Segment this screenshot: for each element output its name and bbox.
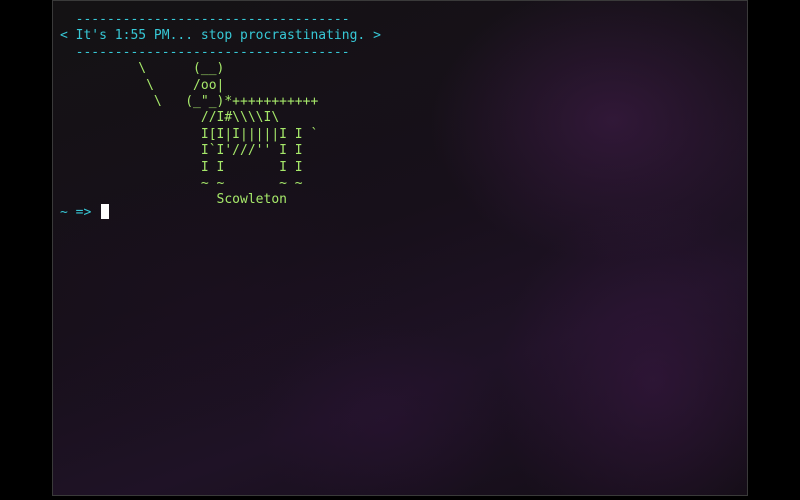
banner-top-rule: ----------------------------------- — [60, 12, 350, 27]
ascii-art-line: I[I|I|||||I I ` — [60, 126, 319, 142]
ascii-art-line: \ (_"_)*+++++++++++ — [60, 94, 319, 110]
ascii-art-line: //I#\\\\I\ — [60, 110, 280, 126]
ascii-art-line: \ (__) — [60, 61, 225, 77]
terminal-window[interactable]: ----------------------------------- < It… — [52, 0, 748, 496]
command-prompt[interactable]: ~ => — [60, 204, 110, 221]
ascii-art-line: I`I'///'' I I — [60, 143, 303, 159]
ascii-art-line: ~ ~ ~ ~ — [60, 176, 303, 192]
banner-bottom-rule: ----------------------------------- — [60, 44, 350, 60]
terminal-output: ----------------------------------- < It… — [60, 12, 381, 209]
prompt-symbol: ~ => — [60, 205, 92, 220]
ascii-art-line: I I I I — [60, 159, 303, 175]
ascii-art-line: \ /oo| — [60, 77, 225, 93]
text-cursor — [101, 204, 110, 219]
banner-message: < It's 1:55 PM... stop procrastinating. … — [60, 28, 381, 44]
screen: ----------------------------------- < It… — [0, 0, 800, 500]
